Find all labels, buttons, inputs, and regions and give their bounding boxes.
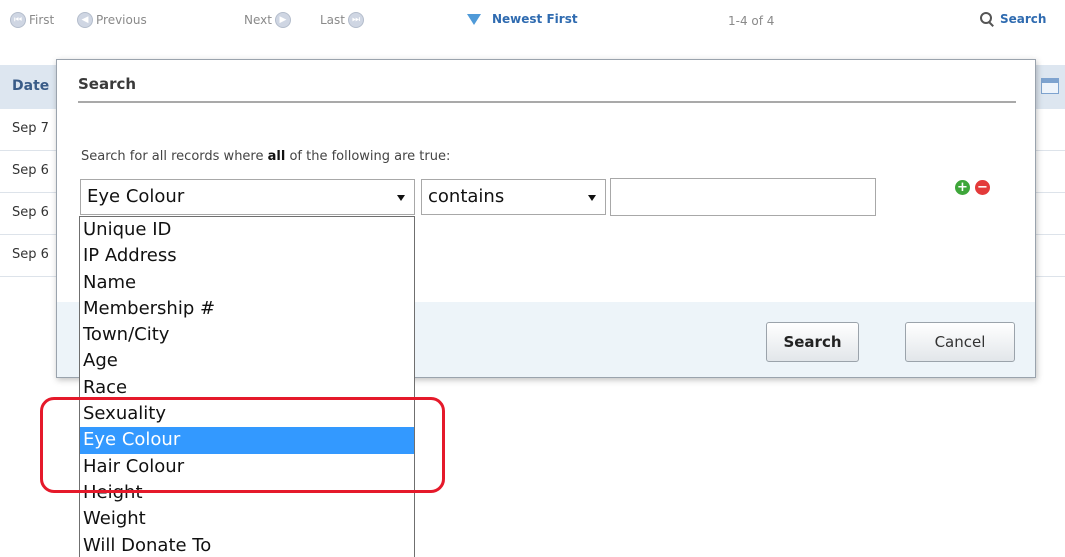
- cancel-button[interactable]: Cancel: [905, 322, 1015, 362]
- dropdown-option[interactable]: Age: [80, 348, 414, 374]
- search-instruction: Search for all records where all of the …: [81, 149, 450, 164]
- row-date: Sep 6: [12, 205, 49, 220]
- row-date: Sep 6: [12, 247, 49, 262]
- first-label: First: [29, 13, 55, 27]
- dropdown-option[interactable]: Weight: [80, 506, 414, 532]
- search-icon: [980, 12, 994, 27]
- search-link[interactable]: Search: [980, 12, 1047, 27]
- instruction-end: of the following are true:: [285, 149, 451, 164]
- operator-select-value: contains: [428, 186, 505, 207]
- last-page-button[interactable]: Last ⏭: [320, 12, 364, 28]
- dropdown-option[interactable]: Town/City: [80, 322, 414, 348]
- next-page-button[interactable]: Next ▶: [244, 12, 291, 28]
- field-select-value: Eye Colour: [87, 186, 185, 207]
- chevron-down-icon: [588, 195, 596, 201]
- sort-triangle-icon: [467, 13, 481, 25]
- add-condition-icon[interactable]: +: [955, 180, 970, 195]
- sort-newest-first[interactable]: Newest First: [467, 12, 578, 26]
- instruction-start: Search for all records where: [81, 149, 268, 164]
- row-date: Sep 7: [12, 121, 49, 136]
- dropdown-option[interactable]: Membership #: [80, 296, 414, 322]
- search-button[interactable]: Search: [766, 322, 859, 362]
- last-label: Last: [320, 13, 345, 27]
- date-column-header[interactable]: Date: [12, 78, 49, 94]
- last-page-icon: ⏭: [348, 12, 364, 28]
- operator-select[interactable]: contains: [421, 179, 606, 215]
- app-root: ⏮ First ◀ Previous Next ▶ Last ⏭ Newest …: [0, 0, 1065, 557]
- next-label: Next: [244, 13, 272, 27]
- search-link-label: Search: [1000, 12, 1047, 26]
- annotation-highlight: [40, 397, 445, 493]
- instruction-all: all: [267, 149, 286, 164]
- next-page-icon: ▶: [274, 12, 291, 28]
- dropdown-option[interactable]: Unique ID: [80, 217, 414, 243]
- dialog-title: Search: [78, 75, 1016, 103]
- previous-page-button[interactable]: ◀ Previous: [77, 12, 147, 28]
- search-value-input[interactable]: [610, 178, 876, 216]
- count-label: 1-4 of 4: [728, 14, 775, 28]
- previous-page-icon: ◀: [77, 12, 93, 28]
- dropdown-option[interactable]: Name: [80, 270, 414, 296]
- row-date: Sep 6: [12, 163, 49, 178]
- dropdown-option[interactable]: IP Address: [80, 243, 414, 269]
- calendar-icon[interactable]: [1041, 78, 1059, 94]
- field-select[interactable]: Eye Colour: [80, 179, 415, 215]
- record-count: 1-4 of 4: [728, 14, 774, 28]
- remove-condition-icon[interactable]: −: [975, 180, 990, 195]
- pagination-bar: ⏮ First ◀ Previous Next ▶ Last ⏭ Newest …: [0, 0, 1065, 50]
- dropdown-option[interactable]: Will Donate To: [80, 533, 414, 557]
- chevron-down-icon: [397, 195, 405, 201]
- previous-label: Previous: [96, 13, 147, 27]
- field-dropdown-list[interactable]: Unique ID IP Address Name Membership # T…: [79, 216, 415, 557]
- first-page-icon: ⏮: [10, 12, 26, 28]
- sort-label: Newest First: [492, 12, 578, 26]
- first-page-button[interactable]: ⏮ First: [10, 12, 54, 28]
